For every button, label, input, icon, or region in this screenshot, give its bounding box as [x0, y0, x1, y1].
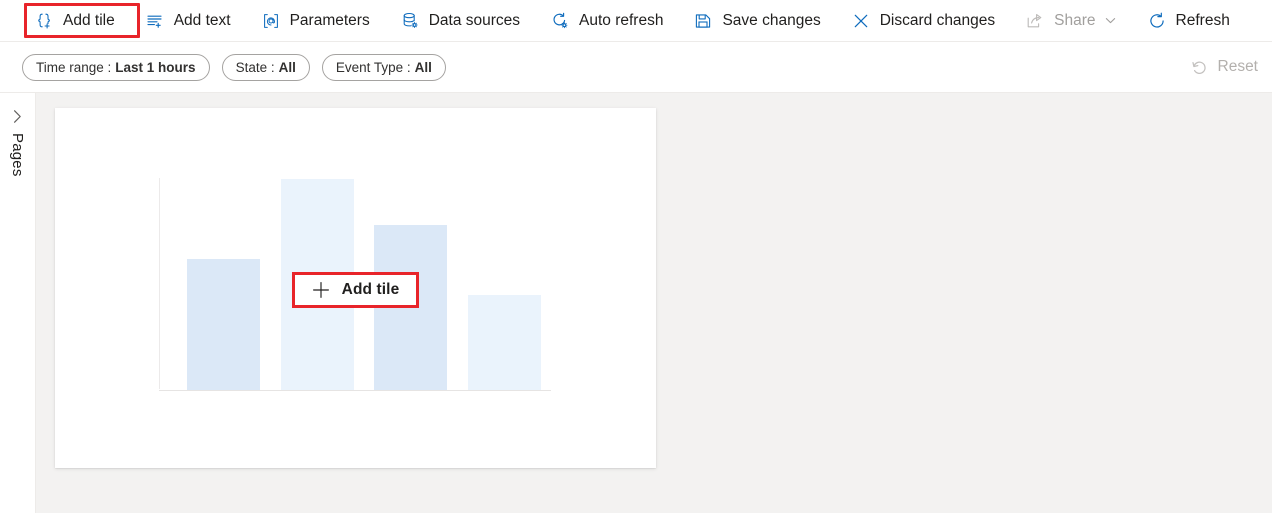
command-data-sources[interactable]: Data sources: [390, 5, 530, 37]
add-tile-cta-label: Add tile: [341, 281, 400, 298]
chevron-down-icon: [1104, 14, 1117, 27]
chart-y-axis: [159, 178, 160, 389]
command-label: Share: [1054, 11, 1096, 29]
refresh-circle-icon: [1147, 11, 1167, 31]
command-label: Parameters: [289, 11, 370, 29]
close-x-icon: [851, 11, 871, 31]
save-floppy-icon: [693, 11, 713, 31]
filter-pill-event-type[interactable]: Event Type : All: [321, 53, 446, 81]
filter-pill-value: All: [278, 59, 296, 75]
command-bar: Add tile Add text Parameters Data source…: [0, 0, 1272, 42]
command-label: Discard changes: [879, 11, 996, 29]
chart-x-axis: [159, 390, 551, 391]
plus-icon: [312, 281, 330, 299]
chart-bar: [467, 295, 541, 390]
workbook-editor: Add tile Add text Parameters Data source…: [0, 0, 1272, 513]
filter-bar: Time range : Last 1 hours State : All Ev…: [0, 42, 1272, 93]
filter-pill-value: Last 1 hours: [115, 59, 196, 75]
braces-plus-icon: [34, 11, 54, 31]
share-arrow-icon: [1025, 11, 1045, 31]
database-gear-icon: [400, 11, 420, 31]
command-add-text[interactable]: Add text: [135, 5, 241, 37]
command-auto-refresh[interactable]: Auto refresh: [540, 5, 673, 37]
command-label: Auto refresh: [579, 11, 664, 29]
at-brackets-icon: [261, 11, 281, 31]
chart-bar: [187, 259, 261, 390]
command-parameters[interactable]: Parameters: [251, 5, 380, 37]
filter-pill-label: State :: [235, 59, 275, 75]
command-label: Data sources: [428, 11, 521, 29]
command-save-changes[interactable]: Save changes: [683, 5, 830, 37]
command-discard-changes[interactable]: Discard changes: [841, 5, 1005, 37]
pages-rail[interactable]: Pages: [0, 93, 36, 513]
empty-tile-cta-wrapper: Add tile: [55, 108, 656, 468]
command-label: Add tile: [63, 11, 115, 29]
command-label: Save changes: [722, 11, 821, 29]
dashboard-canvas: Add tile: [36, 93, 1272, 513]
filter-pill-label: Time range :: [36, 59, 112, 75]
command-refresh[interactable]: Refresh: [1137, 5, 1240, 37]
pages-rail-label: Pages: [9, 133, 26, 177]
filter-pill-state[interactable]: State : All: [221, 53, 310, 81]
chevron-right-icon[interactable]: [8, 105, 28, 127]
command-add-tile[interactable]: Add tile: [24, 5, 125, 37]
filter-pill-value: All: [414, 59, 432, 75]
add-tile-cta-button[interactable]: Add tile: [291, 272, 420, 308]
text-lines-plus-icon: [145, 11, 165, 31]
filter-pill-time-range[interactable]: Time range : Last 1 hours: [22, 53, 210, 81]
undo-arrow-icon: [1190, 57, 1210, 77]
command-label: Refresh: [1175, 11, 1230, 29]
empty-tile-card[interactable]: Add tile: [55, 108, 656, 468]
command-share: Share: [1015, 5, 1126, 37]
reset-label: Reset: [1217, 58, 1259, 75]
filter-pill-label: Event Type :: [335, 59, 411, 75]
reset-filters-button: Reset: [1190, 57, 1259, 77]
command-label: Add text: [173, 11, 231, 29]
refresh-gear-icon: [550, 11, 570, 31]
